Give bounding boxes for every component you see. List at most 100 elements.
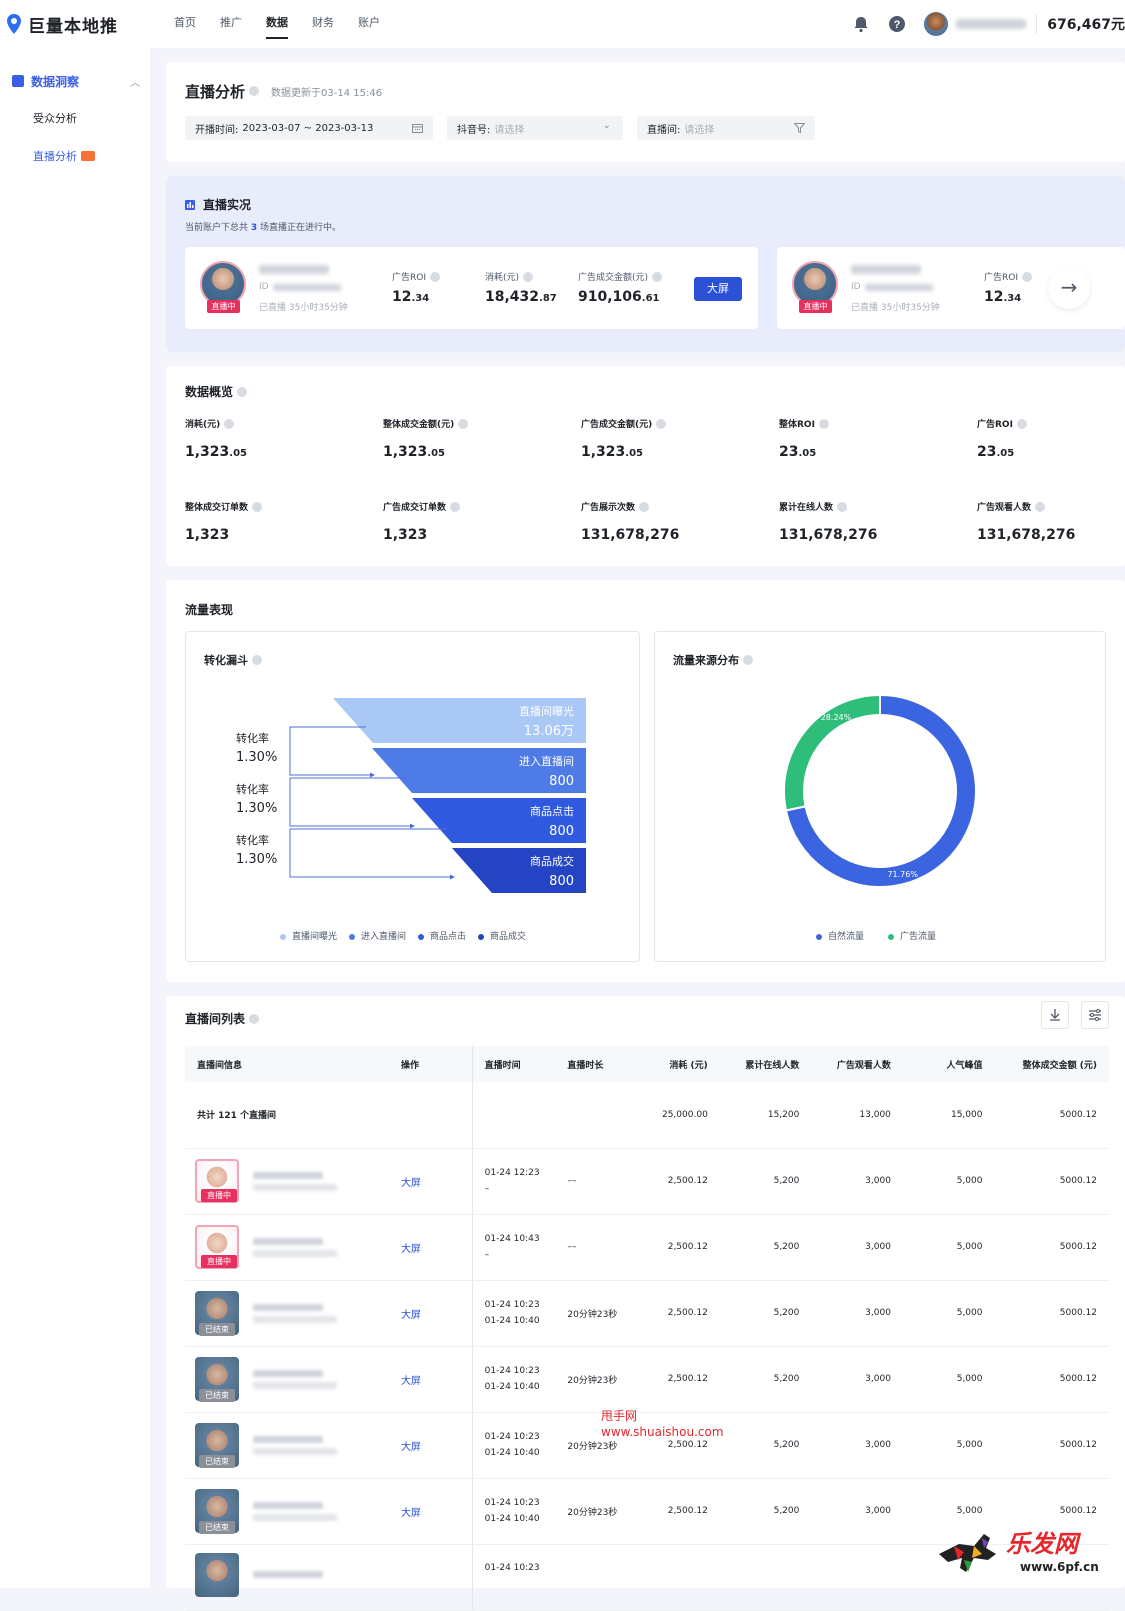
big-screen-link[interactable]: 大屏 [401,1310,421,1321]
help-circle-icon[interactable] [252,501,263,512]
nav-account[interactable]: 账户 [346,0,392,48]
next-arrow-button[interactable]: → [1048,267,1090,309]
table-row[interactable]: 直播中 大屏 01-24 10:43– –– 2,500.12 5,200 3,000 5,0… [185,1214,1109,1281]
legend-item[interactable]: 自然流量 [816,929,864,942]
table-row[interactable]: 已结束 大屏 01-24 10:23 01-24 10:40 20分钟23秒 2,500.… [185,1346,1109,1413]
big-screen-link[interactable]: 大屏 [401,1178,421,1189]
live-card[interactable]: 直播中 ID 已直播 35小时35分钟 广告ROI 12.34 消耗(元) 18… [185,247,758,329]
id-label: ID [259,282,269,292]
action-cell: 大屏 [388,1478,473,1545]
online-cell: 5,200 [719,1148,812,1215]
streamer-id: ID [851,282,861,292]
legend-dot-icon [418,933,425,940]
col-peak[interactable]: 人气峰值 [902,1046,995,1082]
col-gmv[interactable]: 整体成交金额 (元) [994,1046,1109,1082]
metric-value: 131,678,276 [779,527,878,543]
end-time: 01-24 10:40 [484,1382,540,1392]
metric-label: 整体ROI [779,417,959,430]
douyin-account-select[interactable]: 抖音号: 请选择 ⌄ [447,116,623,140]
big-screen-link[interactable]: 大屏 [401,1244,421,1255]
nav-finance[interactable]: 财务 [300,0,346,48]
live-time-cell: 01-24 10:43 – [471,1214,556,1281]
col-viewers[interactable]: 广告观看人数 [811,1046,903,1082]
legend-item[interactable]: 直播间曝光 [280,929,337,942]
help-circle-icon[interactable] [249,1013,260,1024]
summary-cost: 25,000.00 [636,1082,720,1149]
room-filter-label: 直播间: [647,124,681,136]
summary-viewers: 13,000 [811,1082,903,1149]
user-avatar[interactable] [924,12,949,36]
sidebar-item-live-analysis[interactable]: 直播分析 [0,138,150,176]
big-screen-button[interactable]: 大屏 [694,277,742,301]
help-circle-icon[interactable] [837,501,848,512]
sidebar-item-audience[interactable]: 受众分析 [0,100,150,138]
legend-dot-icon [888,933,895,940]
peak-cell: 5,000 [902,1148,995,1215]
ad-roi-label: 广告ROI [984,270,1032,283]
legend-label: 商品成交 [490,932,527,942]
legend-item[interactable]: 商品成交 [478,929,526,942]
col-online[interactable]: 累计在线人数 [719,1046,812,1082]
help-circle-icon[interactable] [1022,271,1032,282]
app-logo[interactable]: 巨量本地推 [6,12,156,37]
peak-cell: 5,000 [902,1214,995,1281]
help-circle-icon[interactable] [1035,501,1046,512]
col-cost[interactable]: 消耗 (元) [636,1046,720,1082]
table-header-row: 直播间信息 操作 直播时间 直播时长 消耗 (元) 累计在线人数 广告观看人数 … [185,1046,1109,1082]
legend-item[interactable]: 广告流量 [888,929,936,942]
help-circle-icon[interactable] [458,418,469,429]
conversion-rate-value: 1.30% [236,750,277,765]
duration-cell: –– [555,1148,637,1215]
arrow-head-icon [410,823,415,829]
corner-logo-text: 乐发网 [1006,1530,1078,1558]
help-circle-icon[interactable] [237,386,248,397]
help-circle-icon[interactable] [818,418,829,429]
ad-roi-value: 12.34 [392,289,430,305]
column-settings-button[interactable] [1081,1001,1109,1029]
legend-item[interactable]: 商品点击 [418,929,466,942]
table-row[interactable]: 已结束 大屏 01-24 10:23 01-24 10:40 20分钟23秒 2,500.… [185,1280,1109,1347]
chevron-up-icon[interactable]: ︿ [130,74,150,89]
help-circle-icon[interactable] [224,418,235,429]
funnel-stage-label: 商品成交 [530,854,574,868]
help-circle-icon[interactable] [652,271,663,282]
metric-value: 1,323 [383,527,428,543]
nav-home[interactable]: 首页 [162,0,208,48]
sidebar-section-data-insight[interactable]: 数据洞察 ︿ [0,62,150,100]
big-screen-link[interactable]: 大屏 [401,1442,421,1453]
help-circle-icon[interactable] [639,501,650,512]
nav-promotion[interactable]: 推广 [208,0,254,48]
live-room-filter[interactable]: 直播间: 请选择 [637,116,815,140]
help-circle-icon[interactable] [1016,418,1027,429]
help-icon[interactable]: ? [888,15,906,33]
nav-data[interactable]: 数据 [254,0,300,48]
live-time-cell: 01-24 10:23 01-24 10:40 [471,1412,556,1479]
help-circle-icon[interactable] [430,271,440,282]
metric-value: 1,323.05 [383,444,446,460]
metric-value: 131,678,276 [581,527,680,543]
source-panel: 流量来源分布 71.76% 28.24% 自然流量 广告流量 [654,631,1106,962]
help-circle-icon[interactable] [249,85,260,96]
download-button[interactable] [1041,1001,1069,1029]
funnel-stage-label: 直播间曝光 [519,704,574,718]
duration-cell: 20分钟23秒 [555,1280,637,1347]
start-time: 01-24 10:43 [484,1234,540,1244]
help-circle-icon[interactable] [656,418,667,429]
funnel-stage-value: 800 [549,774,574,789]
bell-icon[interactable] [852,15,870,33]
time-range-filter[interactable]: 开播时间: 2023-03-07 ~ 2023-03-13 [185,116,433,140]
live-time-cell: 01-24 10:23 01-24 10:40 [471,1280,556,1347]
table-row[interactable]: 已结束 大屏 01-24 10:23 01-24 10:40 20分钟23秒 2,500.… [185,1412,1109,1479]
peak-cell: 5,000 [902,1412,995,1479]
help-circle-icon[interactable] [450,501,461,512]
big-screen-link[interactable]: 大屏 [401,1376,421,1387]
help-circle-icon[interactable] [523,271,534,282]
table-row[interactable]: 直播中 大屏 01-24 12:23– –– 2,500.12 5,200 3,000 5,0… [185,1148,1109,1215]
metric-label: 整体成交订单数 [185,500,365,513]
room-name-blurred [253,1566,343,1583]
big-screen-link[interactable]: 大屏 [401,1508,421,1519]
room-status-badge: 已结束 [199,1521,235,1534]
viewers-cell: 3,000 [811,1346,903,1413]
room-status-badge: 已结束 [199,1455,235,1468]
legend-item[interactable]: 进入直播间 [349,929,406,942]
